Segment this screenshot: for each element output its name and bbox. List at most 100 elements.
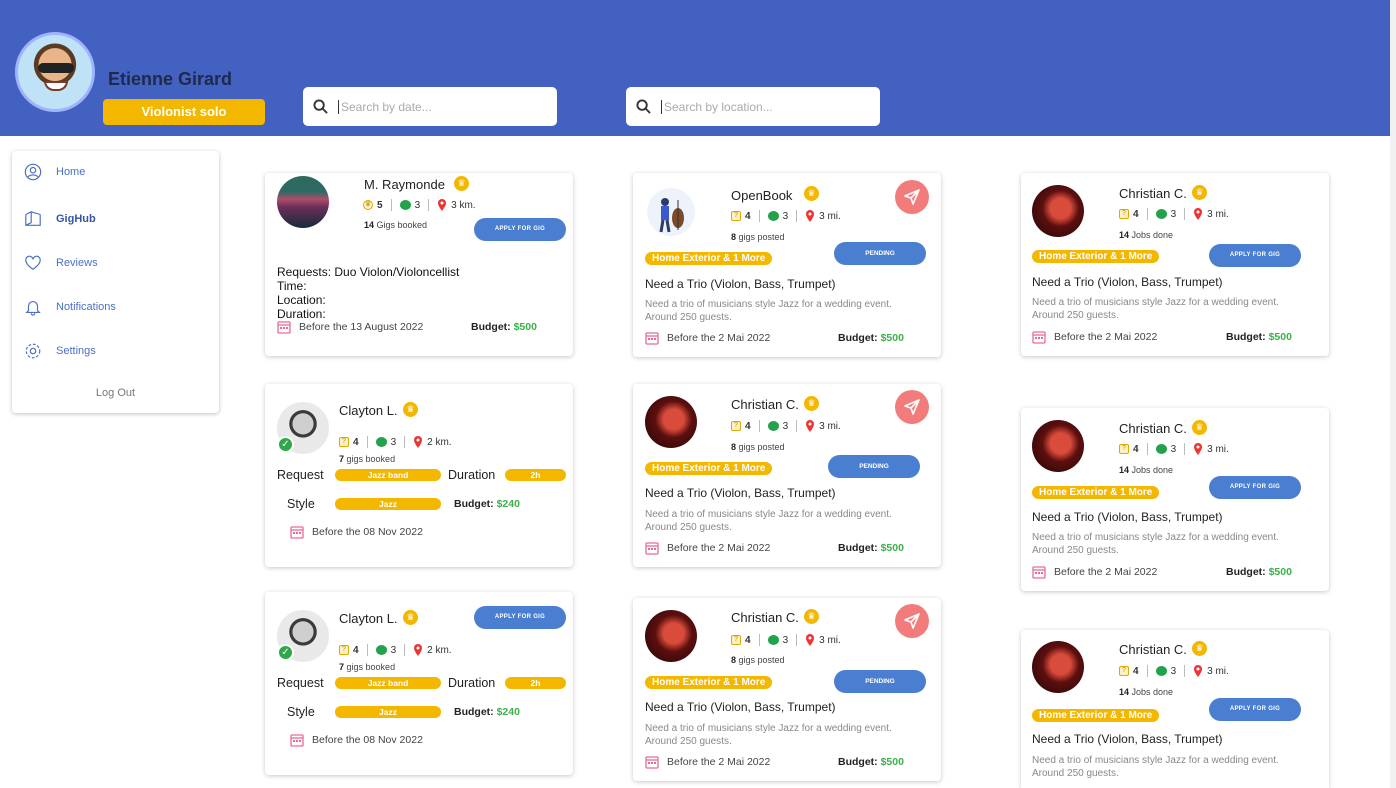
location-search-box[interactable] <box>626 87 880 126</box>
avatar <box>1032 641 1084 693</box>
gig-card[interactable]: Christian C. ♛ ? 4 3 3 mi. 14 Jobs done A… <box>1021 173 1329 356</box>
deadline: Before the 2 Mai 2022 <box>645 755 770 769</box>
send-button[interactable] <box>895 180 929 214</box>
gig-title: Need a Trio (Violon, Bass, Trumpet) <box>645 700 836 714</box>
card-name: M. Raymonde <box>364 177 445 192</box>
sidebar-item-reviews[interactable]: Reviews <box>24 254 98 272</box>
booked-count: 7 gigs booked <box>339 662 396 672</box>
top-header: Etienne Girard Violonist solo <box>0 0 1390 136</box>
crown-icon: ♛ <box>1192 641 1207 656</box>
role-badge: Violonist solo <box>103 99 265 125</box>
avatar <box>277 176 329 228</box>
question-icon: ? <box>731 635 741 645</box>
request-pill: Jazz band <box>335 469 441 481</box>
user-circle-icon <box>24 163 42 181</box>
gig-description: Need a trio of musicians style Jazz for … <box>1032 532 1279 556</box>
pending-button[interactable]: PENDING <box>834 670 926 693</box>
card-name: OpenBook <box>731 188 793 203</box>
sidebar-item-label: Notifications <box>56 301 116 313</box>
booked-count: 14 Jobs done <box>1119 230 1174 240</box>
category-tag: Home Exterior & 1 More <box>645 462 773 475</box>
send-button[interactable] <box>895 604 929 638</box>
apply-for-gig-button[interactable]: APPLY FOR GIG <box>1209 476 1301 499</box>
date-search-box[interactable] <box>303 87 557 126</box>
budget: Budget: $240 <box>454 498 520 510</box>
category-tag: Home Exterior & 1 More <box>645 252 773 265</box>
style-label: Style <box>287 497 315 511</box>
avatar <box>1032 420 1084 472</box>
category-tag: Home Exterior & 1 More <box>1032 709 1160 722</box>
card-stats: ? 4 3 3 mi. <box>1119 208 1229 220</box>
crown-icon: ♛ <box>403 402 418 417</box>
verified-icon: ✓ <box>277 644 294 661</box>
chat-icon <box>1155 209 1167 219</box>
gig-description: Need a trio of musicians style Jazz for … <box>1032 297 1279 321</box>
crown-icon: ♛ <box>804 186 819 201</box>
logout-link[interactable]: Log Out <box>12 387 219 399</box>
calendar-icon <box>1032 331 1046 344</box>
calendar-icon <box>290 526 304 539</box>
card-stats: ? 4 3 3 mi. <box>731 210 841 222</box>
duration-label: Duration <box>448 676 496 690</box>
pending-button[interactable]: PENDING <box>834 242 926 265</box>
duration-pill: 2h <box>505 677 566 689</box>
question-icon: ? <box>339 645 349 655</box>
crown-icon: ♛ <box>403 610 418 625</box>
gig-card[interactable]: Christian C. ♛ ? 4 3 3 mi. 8 gigs posted … <box>633 384 941 567</box>
apply-for-gig-button[interactable]: APPLY FOR GIG <box>1209 698 1301 721</box>
user-avatar[interactable] <box>15 32 95 112</box>
crown-icon: ♛ <box>1192 420 1207 435</box>
gig-card[interactable]: Christian C. ♛ ? 4 3 3 mi. 14 Jobs done A… <box>1021 630 1329 788</box>
sidebar-item-label: Reviews <box>56 257 98 269</box>
chat-icon <box>767 635 779 645</box>
calendar-icon <box>645 756 659 769</box>
chat-icon <box>375 645 387 655</box>
apply-for-gig-button[interactable]: APPLY FOR GIG <box>1209 244 1301 267</box>
gig-card[interactable]: ✓ Clayton L. ♛ APPLY FOR GIG ? 4 3 2 km. … <box>265 592 573 775</box>
request-details: Requests: Duo Violon/Violoncellist Time: L… <box>277 265 460 321</box>
card-stats: ? 4 3 2 km. <box>339 436 452 448</box>
gig-card[interactable]: ✓ Clayton L. ♛ ? 4 3 2 km. 7 gigs booked … <box>265 384 573 567</box>
booked-count: 7 gigs booked <box>339 454 396 464</box>
chat-icon <box>1155 666 1167 676</box>
gig-description: Need a trio of musicians style Jazz for … <box>645 509 892 533</box>
send-button[interactable] <box>895 390 929 424</box>
apply-for-gig-button[interactable]: APPLY FOR GIG <box>474 218 566 241</box>
location-pin-icon <box>414 436 423 448</box>
verified-icon: ✓ <box>277 436 294 453</box>
sidebar-item-home[interactable]: Home <box>24 163 85 181</box>
budget: Budget: $500 <box>838 542 904 554</box>
avatar <box>645 396 697 448</box>
sidebar-item-settings[interactable]: Settings <box>24 342 96 360</box>
card-name: Christian C. <box>1119 642 1187 657</box>
card-name: Christian C. <box>731 397 799 412</box>
gig-card[interactable]: Christian C. ♛ ? 4 3 3 mi. 14 Jobs done A… <box>1021 408 1329 591</box>
calendar-icon <box>645 542 659 555</box>
sidebar: Home GigHub Reviews Notifications Settin… <box>12 151 219 413</box>
gig-card[interactable]: Christian C. ♛ ? 4 3 3 mi. 8 gigs posted … <box>633 598 941 781</box>
gig-description: Need a trio of musicians style Jazz for … <box>645 299 892 323</box>
gig-title: Need a Trio (Violon, Bass, Trumpet) <box>1032 275 1223 289</box>
sidebar-item-notifications[interactable]: Notifications <box>24 298 116 316</box>
pending-button[interactable]: PENDING <box>828 455 920 478</box>
question-icon: ? <box>1119 666 1129 676</box>
gig-card[interactable]: OpenBook ♛ ? 4 3 3 mi. 8 gigs posted PEND… <box>633 173 941 357</box>
avatar <box>645 186 697 238</box>
gear-icon <box>25 343 41 359</box>
calendar-icon <box>277 321 291 334</box>
avatar <box>1032 185 1084 237</box>
card-name: Christian C. <box>1119 421 1187 436</box>
gig-card[interactable]: M. Raymonde ♛ ♛ 5 3 3 km. 14 Gigs booked … <box>265 173 573 356</box>
avatar <box>645 610 697 662</box>
deadline: Before the 13 August 2022 <box>277 320 423 334</box>
card-stats: ? 4 3 3 mi. <box>731 634 841 646</box>
sidebar-item-gighub[interactable]: GigHub <box>24 210 96 228</box>
scrollbar[interactable] <box>1390 0 1396 788</box>
budget: Budget: $500 <box>1226 566 1292 578</box>
sidebar-item-label: GigHub <box>56 213 96 225</box>
booked-count: 14 Jobs done <box>1119 465 1174 475</box>
crown-icon: ♛ <box>363 200 373 210</box>
location-search-input[interactable] <box>661 99 861 114</box>
date-search-input[interactable] <box>338 99 538 114</box>
apply-for-gig-button[interactable]: APPLY FOR GIG <box>474 606 566 629</box>
